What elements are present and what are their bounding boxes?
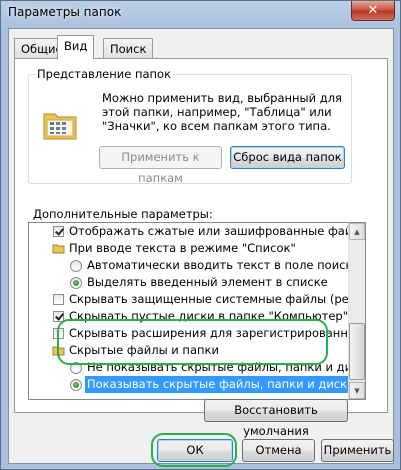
highlight-ring-hidden-files (57, 319, 328, 365)
checkbox[interactable] (53, 226, 64, 237)
radio-button[interactable] (70, 277, 82, 289)
scroll-down-icon[interactable]: ▼ (349, 382, 365, 399)
folder-options-window: Параметры папок ✕ Общие Вид Поиск Предст… (0, 0, 401, 470)
tab-view[interactable]: Вид (57, 35, 95, 59)
folder-views-legend: Представление папок (35, 67, 174, 81)
folder-icon (52, 244, 65, 254)
reset-folders-button[interactable]: Сброс вида папок (230, 146, 345, 169)
list-scrollbar[interactable]: ▲ ▼ (348, 223, 365, 399)
radio-button[interactable] (70, 260, 82, 272)
radio-button[interactable] (70, 379, 82, 391)
restore-defaults-button-visual[interactable]: Восстановить умолчания (204, 399, 348, 438)
list-item-label: Отображать сжатые или зашифрованные файл… (69, 224, 366, 238)
cancel-button[interactable]: Отмена (242, 439, 315, 462)
checkbox[interactable] (53, 294, 64, 305)
list-item-label: Автоматически вводить текст в поле поиск… (87, 258, 360, 272)
apply-button[interactable]: Применить (321, 439, 394, 462)
advanced-settings-list[interactable]: Отображать сжатые или зашифрованные файл… (28, 222, 366, 400)
highlight-ring-ok (151, 433, 237, 467)
list-item-label: Выделять введенный элемент в списке (87, 275, 328, 289)
folder-view-icon (43, 113, 77, 140)
tab-search[interactable]: Поиск (103, 38, 154, 58)
advanced-settings-label: Дополнительные параметры: (33, 207, 213, 221)
folder-views-group: Представление папок Можно применить вид,… (28, 67, 352, 185)
list-item-label: Скрывать защищенные системные файлы (рек… (69, 292, 365, 306)
list-item-label: При вводе текста в режиме "Список" (69, 241, 296, 255)
scroll-up-icon[interactable]: ▲ (349, 223, 365, 240)
scroll-thumb[interactable] (349, 323, 365, 380)
window-title: Параметры папок (8, 5, 122, 19)
close-button[interactable]: ✕ (351, 1, 395, 21)
list-item-label-selected: Показывать скрытые файлы, папки и диски (85, 376, 357, 393)
folder-views-description: Можно применить вид, выбранный для этой … (102, 91, 342, 133)
apply-to-folders-button[interactable]: Применить к папкам (99, 146, 222, 185)
